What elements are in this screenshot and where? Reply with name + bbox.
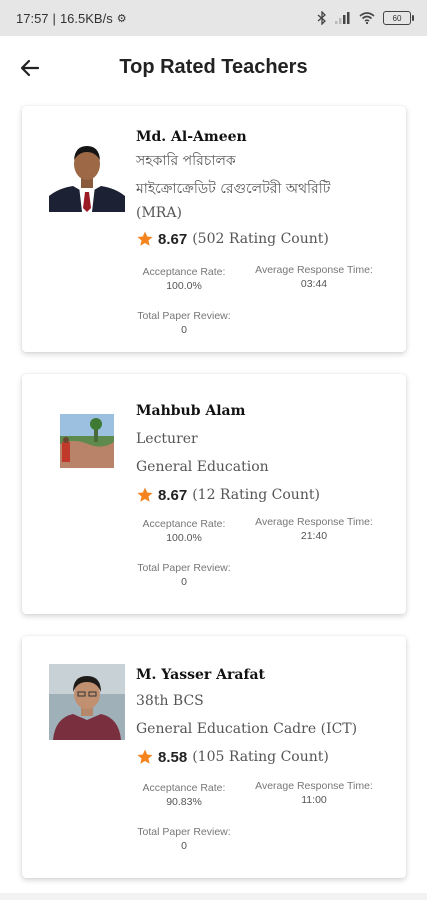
teacher-stats: Acceptance Rate: 100.0% Average Response… (22, 516, 406, 598)
teacher-photo (49, 136, 125, 212)
teacher-info: Mahbub Alam Lecturer General Education 8… (136, 402, 392, 504)
teacher-card[interactable]: M. Yasser Arafat 38th BCS General Educat… (22, 636, 406, 878)
response-time: Average Response Time: 21:40 (244, 516, 384, 542)
teacher-stats: Acceptance Rate: 100.0% Average Response… (22, 264, 406, 346)
acceptance-rate-label: Acceptance Rate: (142, 518, 226, 530)
star-icon (137, 749, 153, 764)
teacher-name: Md. Al-Ameen (136, 129, 247, 145)
teacher-designation: Lecturer (136, 431, 198, 447)
rating-count: (105 Rating Count) (192, 749, 329, 765)
status-time: 17:57 (16, 10, 49, 26)
rating-value: 8.67 (158, 486, 188, 504)
rating-count: (502 Rating Count) (192, 231, 329, 247)
teacher-info: M. Yasser Arafat 38th BCS General Educat… (136, 666, 392, 766)
teacher-stats: Acceptance Rate: 90.83% Average Response… (22, 780, 406, 862)
teacher-designation: সহকারি পরিচালক (136, 153, 236, 169)
usb-icon: ⚙ (116, 12, 127, 25)
star-icon (137, 487, 153, 502)
bluetooth-icon (317, 11, 326, 25)
battery-level: 60 (392, 13, 402, 23)
acceptance-rate-value: 90.83% (166, 796, 202, 808)
response-time-value: 21:40 (300, 530, 328, 542)
response-time-label: Average Response Time: (255, 264, 373, 276)
rating-value: 8.67 (158, 230, 188, 248)
teacher-organization: মাইক্রোক্রেডিট রেগুলেটরী অথরিটি (136, 181, 331, 197)
paper-review-label: Total Paper Review: (137, 310, 231, 322)
teacher-card[interactable]: Mahbub Alam Lecturer General Education 8… (22, 374, 406, 614)
paper-review-value: 0 (181, 324, 187, 336)
acceptance-rate-value: 100.0% (166, 532, 202, 544)
acceptance-rate: Acceptance Rate: 100.0% (134, 518, 234, 544)
wifi-icon (359, 12, 375, 24)
bottom-edge (0, 893, 427, 900)
status-divider: | (52, 10, 56, 26)
response-time: Average Response Time: 03:44 (244, 264, 384, 290)
rating-row: 8.58 (105 Rating Count) (136, 748, 392, 766)
status-left: 17:57 | 16.5KB/s ⚙ (16, 11, 127, 26)
status-right: 60 (317, 11, 414, 25)
teacher-organization: General Education (136, 459, 269, 475)
rating-row: 8.67 (502 Rating Count) (136, 230, 392, 248)
status-network-speed: 16.5KB/s (59, 10, 113, 26)
teacher-photo (60, 414, 114, 468)
status-bar: 17:57 | 16.5KB/s ⚙ 60 (0, 0, 427, 36)
app-bar: Top Rated Teachers (0, 36, 427, 100)
paper-review-value: 0 (181, 840, 187, 852)
battery-icon: 60 (383, 11, 414, 25)
paper-review: Total Paper Review: 0 (134, 310, 234, 336)
page-title: Top Rated Teachers (119, 56, 308, 78)
teacher-card[interactable]: Md. Al-Ameen সহকারি পরিচালক মাইক্রোক্রেড… (22, 106, 406, 352)
rating-count: (12 Rating Count) (192, 487, 320, 503)
signal-icon (335, 12, 350, 24)
acceptance-rate-label: Acceptance Rate: (142, 782, 226, 794)
rating-row: 8.67 (12 Rating Count) (136, 486, 392, 504)
response-time: Average Response Time: 11:00 (244, 780, 384, 806)
paper-review: Total Paper Review: 0 (134, 826, 234, 852)
response-time-label: Average Response Time: (255, 780, 373, 792)
paper-review-value: 0 (181, 576, 187, 588)
paper-review: Total Paper Review: 0 (134, 562, 234, 588)
response-time-value: 03:44 (300, 278, 328, 290)
rating-value: 8.58 (158, 748, 188, 766)
acceptance-rate-label: Acceptance Rate: (142, 266, 226, 278)
teacher-organization: General Education Cadre (ICT) (136, 721, 358, 737)
acceptance-rate: Acceptance Rate: 100.0% (134, 266, 234, 292)
teacher-name: M. Yasser Arafat (136, 667, 266, 683)
teacher-designation: 38th BCS (136, 693, 204, 709)
teacher-photo (49, 664, 125, 740)
teacher-info: Md. Al-Ameen সহকারি পরিচালক মাইক্রোক্রেড… (136, 128, 392, 248)
paper-review-label: Total Paper Review: (137, 826, 231, 838)
response-time-label: Average Response Time: (255, 516, 373, 528)
star-icon (137, 231, 153, 246)
acceptance-rate-value: 100.0% (166, 280, 202, 292)
response-time-value: 11:00 (301, 794, 327, 806)
teacher-name: Mahbub Alam (136, 403, 246, 419)
acceptance-rate: Acceptance Rate: 90.83% (134, 782, 234, 808)
teacher-organization-abbr: (MRA) (136, 205, 182, 221)
paper-review-label: Total Paper Review: (137, 562, 231, 574)
